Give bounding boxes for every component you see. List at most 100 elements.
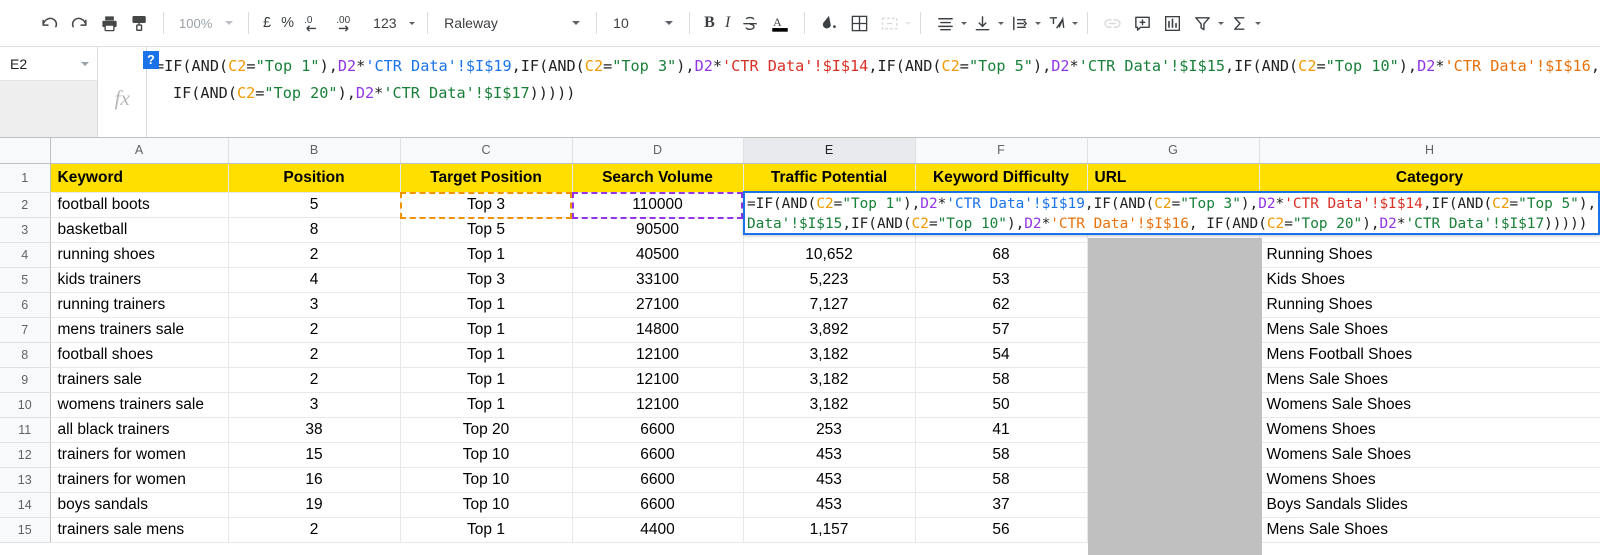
filter-icon[interactable] bbox=[1187, 8, 1217, 38]
paint-format-icon[interactable] bbox=[124, 8, 154, 38]
column-header-B[interactable]: B bbox=[228, 138, 401, 164]
target-position-cell[interactable]: Top 10 bbox=[400, 467, 573, 493]
column-header-D[interactable]: D bbox=[572, 138, 744, 164]
column-title-cell[interactable]: Keyword Difficulty bbox=[915, 163, 1088, 193]
category-cell[interactable]: Running Shoes bbox=[1259, 242, 1600, 268]
search-volume-cell[interactable]: 40500 bbox=[572, 242, 744, 268]
traffic-potential-cell[interactable]: 453 bbox=[743, 492, 916, 518]
target-position-cell[interactable]: Top 10 bbox=[400, 492, 573, 518]
column-header-G[interactable]: G bbox=[1087, 138, 1260, 164]
keyword-difficulty-cell[interactable]: 68 bbox=[915, 242, 1088, 268]
keyword-cell[interactable]: running trainers bbox=[50, 292, 229, 318]
traffic-potential-cell[interactable]: 453 bbox=[743, 467, 916, 493]
keyword-difficulty-cell[interactable]: 56 bbox=[915, 517, 1088, 543]
keyword-cell[interactable]: running shoes bbox=[50, 242, 229, 268]
row-header[interactable]: 5 bbox=[0, 267, 51, 293]
traffic-potential-cell[interactable]: 3,182 bbox=[743, 342, 916, 368]
target-position-cell[interactable]: Top 1 bbox=[400, 392, 573, 418]
font-family-select[interactable]: Raleway bbox=[437, 9, 587, 37]
category-cell[interactable]: Womens Sale Shoes bbox=[1259, 442, 1600, 468]
traffic-potential-cell[interactable]: 3,892 bbox=[743, 317, 916, 343]
decrease-decimal-icon[interactable]: .0 bbox=[299, 8, 331, 38]
position-cell[interactable]: 2 bbox=[228, 317, 401, 343]
insert-chart-icon[interactable] bbox=[1157, 8, 1187, 38]
keyword-difficulty-cell[interactable]: 62 bbox=[915, 292, 1088, 318]
number-format-button[interactable]: 123 bbox=[366, 9, 418, 37]
target-position-cell[interactable]: Top 3 bbox=[400, 267, 573, 293]
target-position-cell[interactable]: Top 3 bbox=[400, 192, 573, 218]
row-header[interactable]: 9 bbox=[0, 367, 51, 393]
vertical-align-control[interactable] bbox=[967, 8, 1005, 38]
formula-help-icon[interactable]: ? bbox=[142, 51, 159, 69]
row-header[interactable]: 15 bbox=[0, 517, 51, 543]
keyword-cell[interactable]: boys sandals bbox=[50, 492, 229, 518]
print-icon[interactable] bbox=[94, 8, 124, 38]
target-position-cell[interactable]: Top 5 bbox=[400, 217, 573, 243]
row-header[interactable]: 13 bbox=[0, 467, 51, 493]
keyword-cell[interactable]: trainers for women bbox=[50, 442, 229, 468]
column-header-C[interactable]: C bbox=[400, 138, 573, 164]
target-position-cell[interactable]: Top 1 bbox=[400, 517, 573, 543]
column-header-H[interactable]: H bbox=[1259, 138, 1600, 164]
create-filter-control[interactable] bbox=[1187, 8, 1225, 38]
text-wrapping-icon[interactable] bbox=[1004, 8, 1034, 38]
keyword-difficulty-cell[interactable]: 58 bbox=[915, 367, 1088, 393]
position-cell[interactable]: 4 bbox=[228, 267, 401, 293]
traffic-potential-cell[interactable]: 5,223 bbox=[743, 267, 916, 293]
category-cell[interactable]: Womens Shoes bbox=[1259, 417, 1600, 443]
keyword-cell[interactable]: football shoes bbox=[50, 342, 229, 368]
column-title-cell[interactable]: Traffic Potential bbox=[743, 163, 916, 193]
row-header[interactable]: 4 bbox=[0, 242, 51, 268]
target-position-cell[interactable]: Top 20 bbox=[400, 417, 573, 443]
percent-format-button[interactable]: % bbox=[276, 8, 299, 38]
keyword-difficulty-cell[interactable]: 41 bbox=[915, 417, 1088, 443]
category-cell[interactable]: Mens Sale Shoes bbox=[1259, 517, 1600, 543]
row-header[interactable]: 10 bbox=[0, 392, 51, 418]
search-volume-cell[interactable]: 90500 bbox=[572, 217, 744, 243]
text-rotation-control[interactable] bbox=[1041, 8, 1079, 38]
select-all-corner[interactable] bbox=[0, 138, 51, 164]
keyword-cell[interactable]: basketball bbox=[50, 217, 229, 243]
target-position-cell[interactable]: Top 1 bbox=[400, 292, 573, 318]
horizontal-align-icon[interactable] bbox=[930, 8, 960, 38]
row-header[interactable]: 12 bbox=[0, 442, 51, 468]
position-cell[interactable]: 2 bbox=[228, 242, 401, 268]
search-volume-cell[interactable]: 6600 bbox=[572, 417, 744, 443]
column-title-cell[interactable]: Category bbox=[1259, 163, 1600, 193]
borders-icon[interactable] bbox=[844, 8, 874, 38]
traffic-potential-cell[interactable]: 453 bbox=[743, 442, 916, 468]
search-volume-cell[interactable]: 27100 bbox=[572, 292, 744, 318]
column-title-cell[interactable]: URL bbox=[1087, 163, 1260, 193]
functions-control[interactable] bbox=[1224, 8, 1262, 38]
position-cell[interactable]: 2 bbox=[228, 517, 401, 543]
text-wrap-control[interactable] bbox=[1004, 8, 1042, 38]
row-header[interactable]: 14 bbox=[0, 492, 51, 518]
position-cell[interactable]: 8 bbox=[228, 217, 401, 243]
column-header-A[interactable]: A bbox=[50, 138, 229, 164]
column-title-cell[interactable]: Keyword bbox=[50, 163, 229, 193]
category-cell[interactable]: Mens Sale Shoes bbox=[1259, 317, 1600, 343]
chevron-down-icon[interactable] bbox=[1255, 21, 1262, 25]
row-header[interactable]: 3 bbox=[0, 217, 51, 243]
keyword-cell[interactable]: womens trainers sale bbox=[50, 392, 229, 418]
category-cell[interactable]: Womens Shoes bbox=[1259, 467, 1600, 493]
category-cell[interactable]: Boys Sandals Slides bbox=[1259, 492, 1600, 518]
search-volume-cell[interactable]: 6600 bbox=[572, 492, 744, 518]
category-cell[interactable]: Kids Shoes bbox=[1259, 267, 1600, 293]
insert-comment-icon[interactable] bbox=[1127, 8, 1157, 38]
search-volume-cell[interactable]: 6600 bbox=[572, 467, 744, 493]
keyword-cell[interactable]: all black trainers bbox=[50, 417, 229, 443]
keyword-difficulty-cell[interactable]: 58 bbox=[915, 467, 1088, 493]
sum-icon[interactable] bbox=[1224, 8, 1254, 38]
category-cell[interactable]: Mens Football Shoes bbox=[1259, 342, 1600, 368]
column-title-cell[interactable]: Target Position bbox=[400, 163, 573, 193]
keyword-cell[interactable]: football boots bbox=[50, 192, 229, 218]
search-volume-cell[interactable]: 12100 bbox=[572, 367, 744, 393]
position-cell[interactable]: 38 bbox=[228, 417, 401, 443]
keyword-cell[interactable]: trainers for women bbox=[50, 467, 229, 493]
cell-editor-e2[interactable]: =IF(AND(C2="Top 1"),D2*'CTR Data'!$I$19,… bbox=[743, 191, 1600, 235]
traffic-potential-cell[interactable]: 1,157 bbox=[743, 517, 916, 543]
row-header[interactable]: 8 bbox=[0, 342, 51, 368]
keyword-difficulty-cell[interactable]: 58 bbox=[915, 442, 1088, 468]
search-volume-cell[interactable]: 4400 bbox=[572, 517, 744, 543]
